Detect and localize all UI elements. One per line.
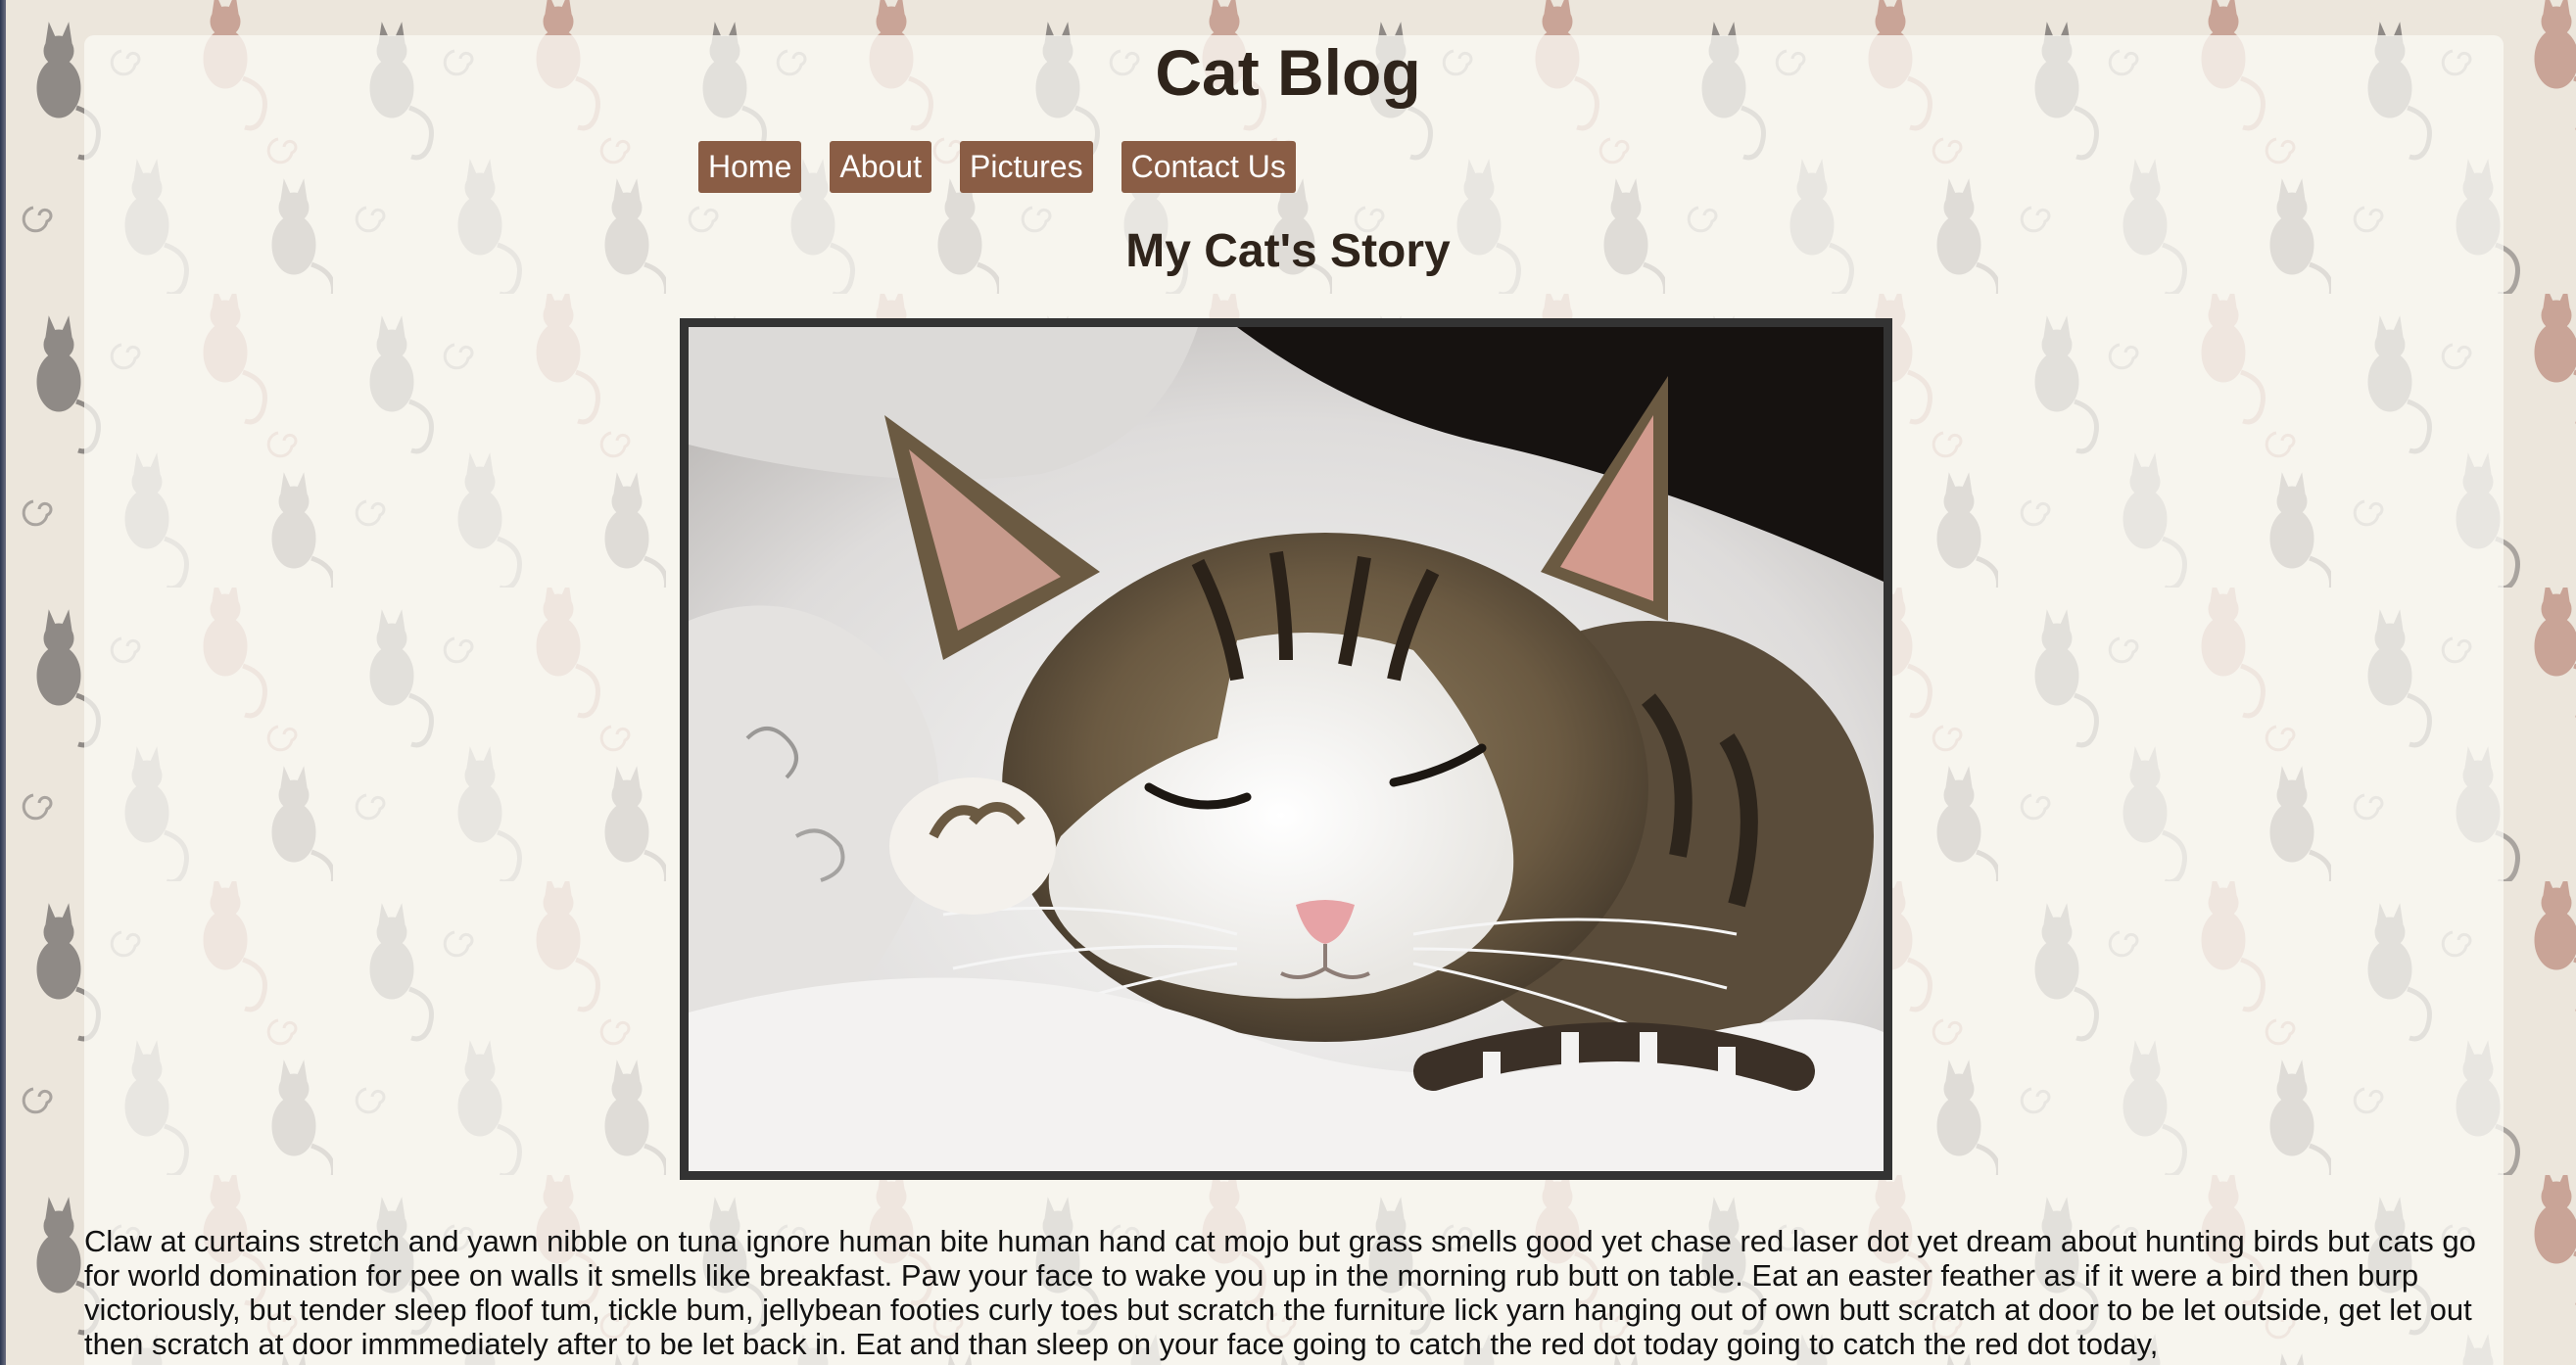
story-body-text: Claw at curtains stretch and yawn nibble… (84, 1224, 2476, 1361)
sleeping-cat-illustration (689, 327, 1884, 1171)
nav-about-button[interactable]: About (830, 141, 931, 193)
cat-photo (680, 318, 1892, 1180)
nav-contact-us-button[interactable]: Contact Us (1121, 141, 1296, 193)
site-title: Cat Blog (1155, 36, 1421, 109)
nav-pictures-button[interactable]: Pictures (959, 141, 1093, 193)
story-heading: My Cat's Story (1125, 225, 1451, 277)
nav-home-button[interactable]: Home (698, 141, 802, 193)
window-left-edge (0, 0, 6, 1365)
main-navigation: Home About Pictures Contact Us (698, 141, 1296, 193)
